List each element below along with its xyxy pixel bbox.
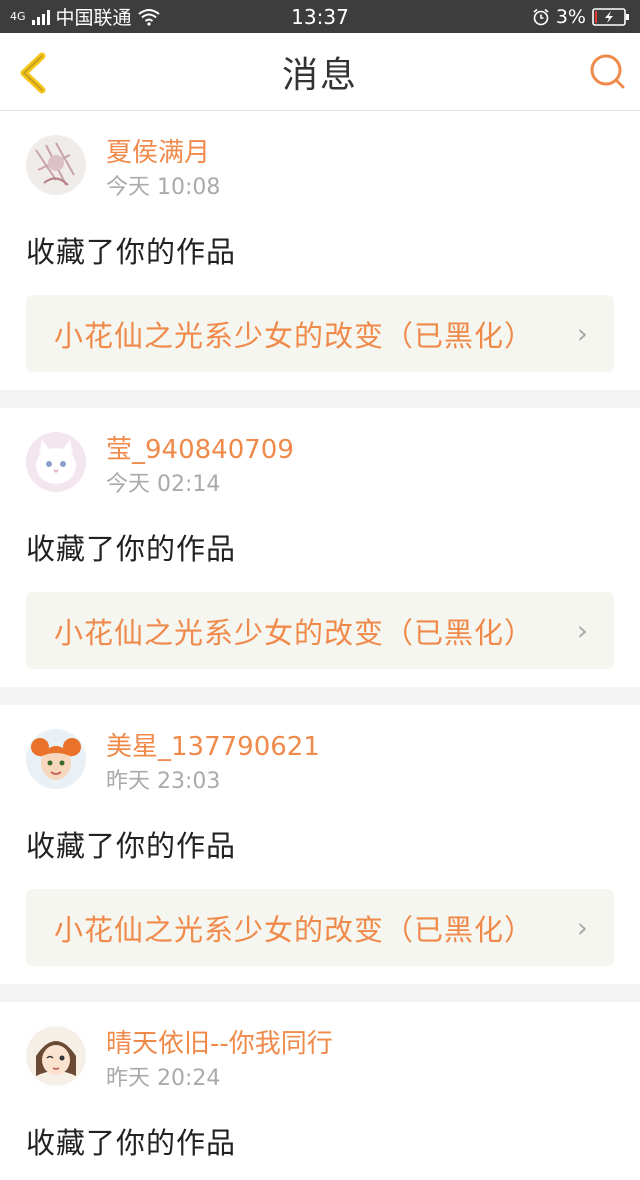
message-card: 美星_137790621 昨天 23:03 收藏了你的作品 小花仙之光系少女的改… [0,705,640,984]
chevron-right-icon: › [576,911,588,944]
nav-bar: 消息 [0,33,640,111]
work-title: 小花仙之光系少女的改变（已黑化） [54,318,535,353]
alarm-icon [533,8,549,25]
work-link[interactable]: 小花仙之光系少女的改变（已黑化） › [26,295,614,372]
work-link[interactable]: 小花仙之光系少女的改变（已黑化） › [26,889,614,966]
username[interactable]: 夏侯满月 [106,135,220,171]
signal-icon [31,9,50,25]
user-avatar[interactable] [26,1026,86,1086]
work-title: 小花仙之光系少女的改变（已黑化） [54,912,535,947]
message-action: 收藏了你的作品 [26,235,237,269]
username[interactable]: 莹_940840709 [106,432,294,468]
carrier-name: 中国联通 [55,7,132,29]
chevron-right-icon: › [576,614,588,647]
status-right: 3% [532,6,630,28]
status-bar: 4G 中国联通 13:37 3% [0,0,640,33]
user-avatar[interactable] [26,729,86,789]
message-card: 莹_940840709 今天 02:14 收藏了你的作品 小花仙之光系少女的改变… [0,408,640,687]
work-link[interactable]: 小花仙之光系少女的改变（已黑化） › [26,592,614,669]
message-time: 昨天 20:24 [106,1066,221,1091]
work-title: 小花仙之光系少女的改变（已黑化） [54,615,535,650]
message-card: 晴天依旧--你我同行 昨天 20:24 收藏了你的作品 [0,1002,640,1180]
message-action: 收藏了你的作品 [26,532,237,566]
battery-percent: 3% [555,5,586,28]
message-action: 收藏了你的作品 [26,829,237,863]
message-time: 昨天 23:03 [106,769,221,794]
page-title: 消息 [281,54,358,96]
chevron-right-icon: › [576,317,588,350]
user-avatar[interactable] [26,432,86,492]
wifi-icon [137,8,160,26]
username[interactable]: 美星_137790621 [106,729,320,765]
back-arrow-icon[interactable] [14,51,54,95]
user-avatar[interactable] [26,135,86,195]
search-icon[interactable] [588,53,626,91]
message-time: 今天 02:14 [106,472,221,497]
message-action: 收藏了你的作品 [26,1126,237,1160]
battery-charging-icon [592,7,629,26]
message-card: 夏侯满月 今天 10:08 收藏了你的作品 小花仙之光系少女的改变（已黑化） › [0,111,640,390]
network-type: 4G [10,9,26,23]
status-left: 4G 中国联通 [10,3,160,30]
username[interactable]: 晴天依旧--你我同行 [106,1026,333,1062]
message-time: 今天 10:08 [106,175,221,200]
